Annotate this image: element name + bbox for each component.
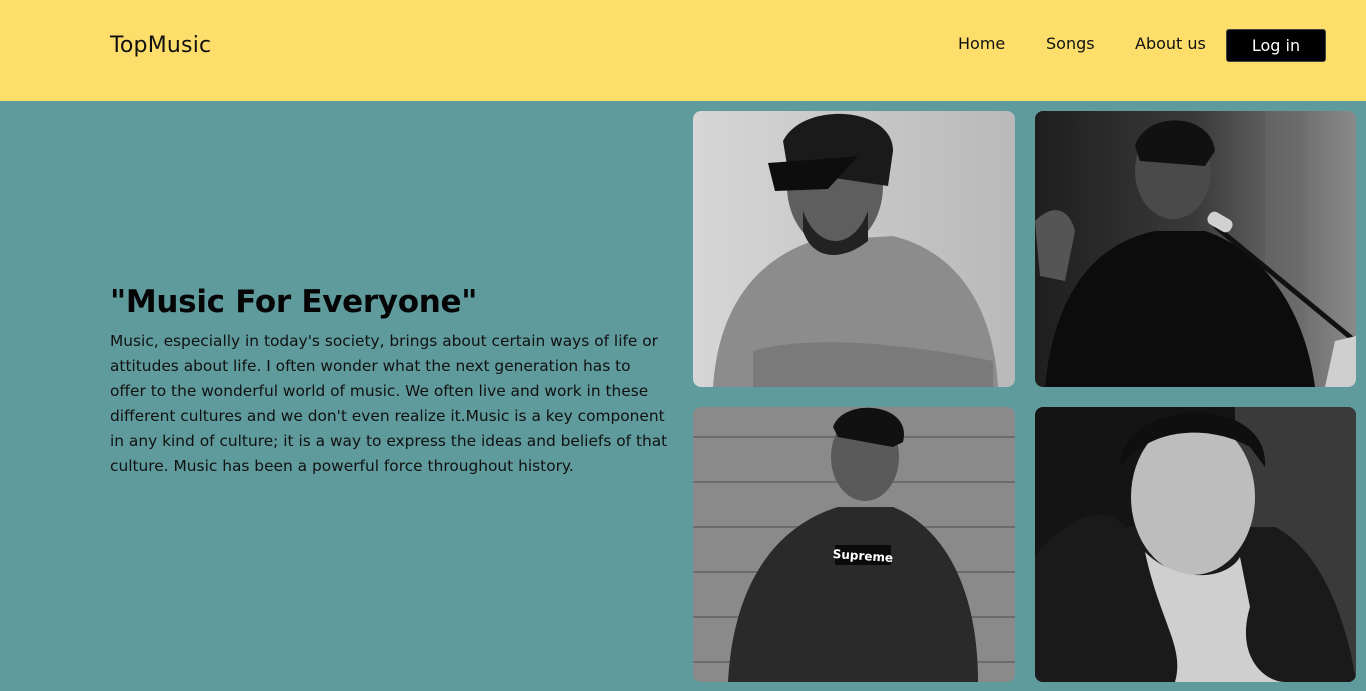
hero-title: "Music For Everyone"	[110, 284, 478, 320]
nav-home-link[interactable]: Home	[958, 34, 1005, 53]
hero-description: Music, especially in today's society, br…	[110, 332, 668, 475]
artist-photo-4	[1035, 407, 1356, 682]
artist-photo-3: Supreme	[693, 407, 1015, 682]
nav-songs-link[interactable]: Songs	[1046, 34, 1095, 53]
artist-photo-2	[1035, 111, 1356, 387]
nav-about-link[interactable]: About us	[1135, 34, 1206, 53]
site-header: TopMusic Home Songs About us Log in	[0, 0, 1366, 101]
site-logo[interactable]: TopMusic	[110, 33, 211, 58]
login-button[interactable]: Log in	[1226, 29, 1326, 62]
artist-photo-1	[693, 111, 1015, 387]
